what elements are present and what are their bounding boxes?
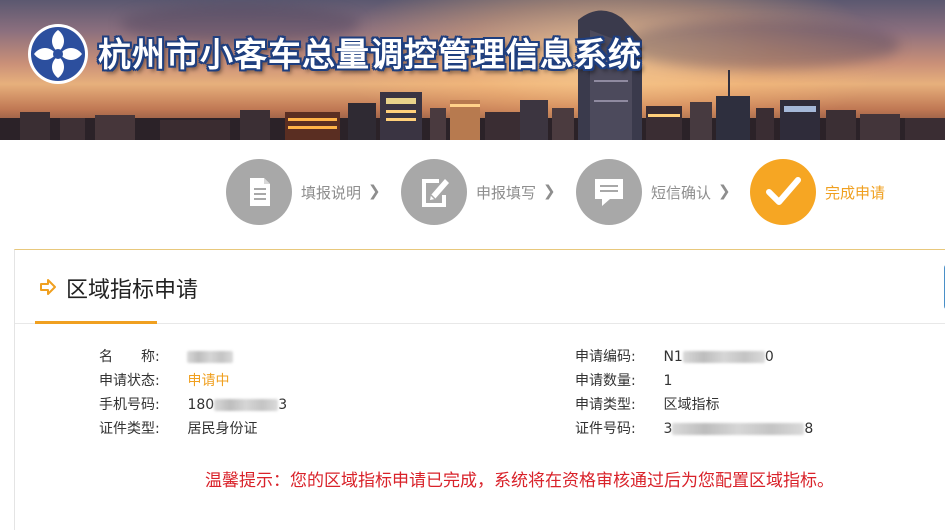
id-type-label: 证件类型:	[99, 421, 160, 437]
header-banner: 杭州市小客车总量调控管理信息系统	[0, 0, 945, 140]
chevron-right-icon: ❯	[543, 182, 556, 200]
application-code-prefix: N1	[663, 349, 683, 365]
phone-value-redacted	[214, 399, 279, 411]
id-type-value: 居民身份证	[187, 421, 258, 437]
message-icon	[576, 159, 642, 225]
status-label: 申请状态:	[99, 373, 160, 389]
title-underline	[35, 321, 157, 324]
application-code-suffix: 0	[764, 349, 774, 365]
application-type-row: 申请类型: 区域指标	[575, 394, 719, 414]
phone-value-prefix: 180	[187, 397, 215, 413]
status-value: 申请中	[187, 373, 230, 389]
hangzhou-emblem-icon	[28, 24, 88, 84]
step-label: 短信确认	[651, 184, 712, 202]
application-code-redacted	[682, 351, 765, 363]
edit-icon	[401, 159, 467, 225]
step-label: 填报说明	[301, 184, 362, 202]
step-label: 完成申请	[825, 184, 886, 202]
arrow-right-icon	[40, 279, 56, 295]
document-icon	[226, 159, 292, 225]
application-type-label: 申请类型:	[575, 397, 636, 413]
application-code-label: 申请编码:	[575, 349, 636, 365]
id-number-row: 证件号码: 3 8	[575, 418, 813, 438]
id-type-row: 证件类型: 居民身份证	[99, 418, 257, 438]
chevron-right-icon: ❯	[718, 182, 731, 200]
name-row: 名 称:	[99, 346, 234, 366]
chevron-right-icon: ❯	[368, 182, 381, 200]
step-label: 申报填写	[476, 184, 537, 202]
application-type-value: 区域指标	[663, 397, 720, 413]
check-icon	[750, 159, 816, 225]
id-number-prefix: 3	[663, 421, 673, 437]
application-result-panel: 区域指标申请 名 称: 申请状态: 申请中 手机号码: 180 3 证件类型: 居…	[14, 249, 945, 530]
site-title: 杭州市小客车总量调控管理信息系统	[98, 35, 642, 74]
name-value-redacted	[187, 351, 234, 363]
phone-row: 手机号码: 180 3	[99, 394, 287, 414]
phone-value-suffix: 3	[278, 397, 288, 413]
quantity-row: 申请数量: 1	[575, 370, 672, 390]
application-code-row: 申请编码: N1 0	[575, 346, 774, 366]
quantity-value: 1	[663, 373, 673, 389]
phone-label: 手机号码:	[99, 397, 160, 413]
notice-text: 温馨提示：您的区域指标申请已完成，系统将在资格审核通过后为您配置区域指标。	[205, 471, 834, 491]
quantity-label: 申请数量:	[575, 373, 636, 389]
name-label: 名 称:	[99, 349, 160, 365]
id-number-label: 证件号码:	[575, 421, 636, 437]
id-number-redacted	[672, 423, 805, 435]
panel-title: 区域指标申请	[66, 278, 199, 303]
panel-header: 区域指标申请	[15, 250, 945, 324]
id-number-suffix: 8	[804, 421, 814, 437]
status-row: 申请状态: 申请中	[99, 370, 229, 390]
